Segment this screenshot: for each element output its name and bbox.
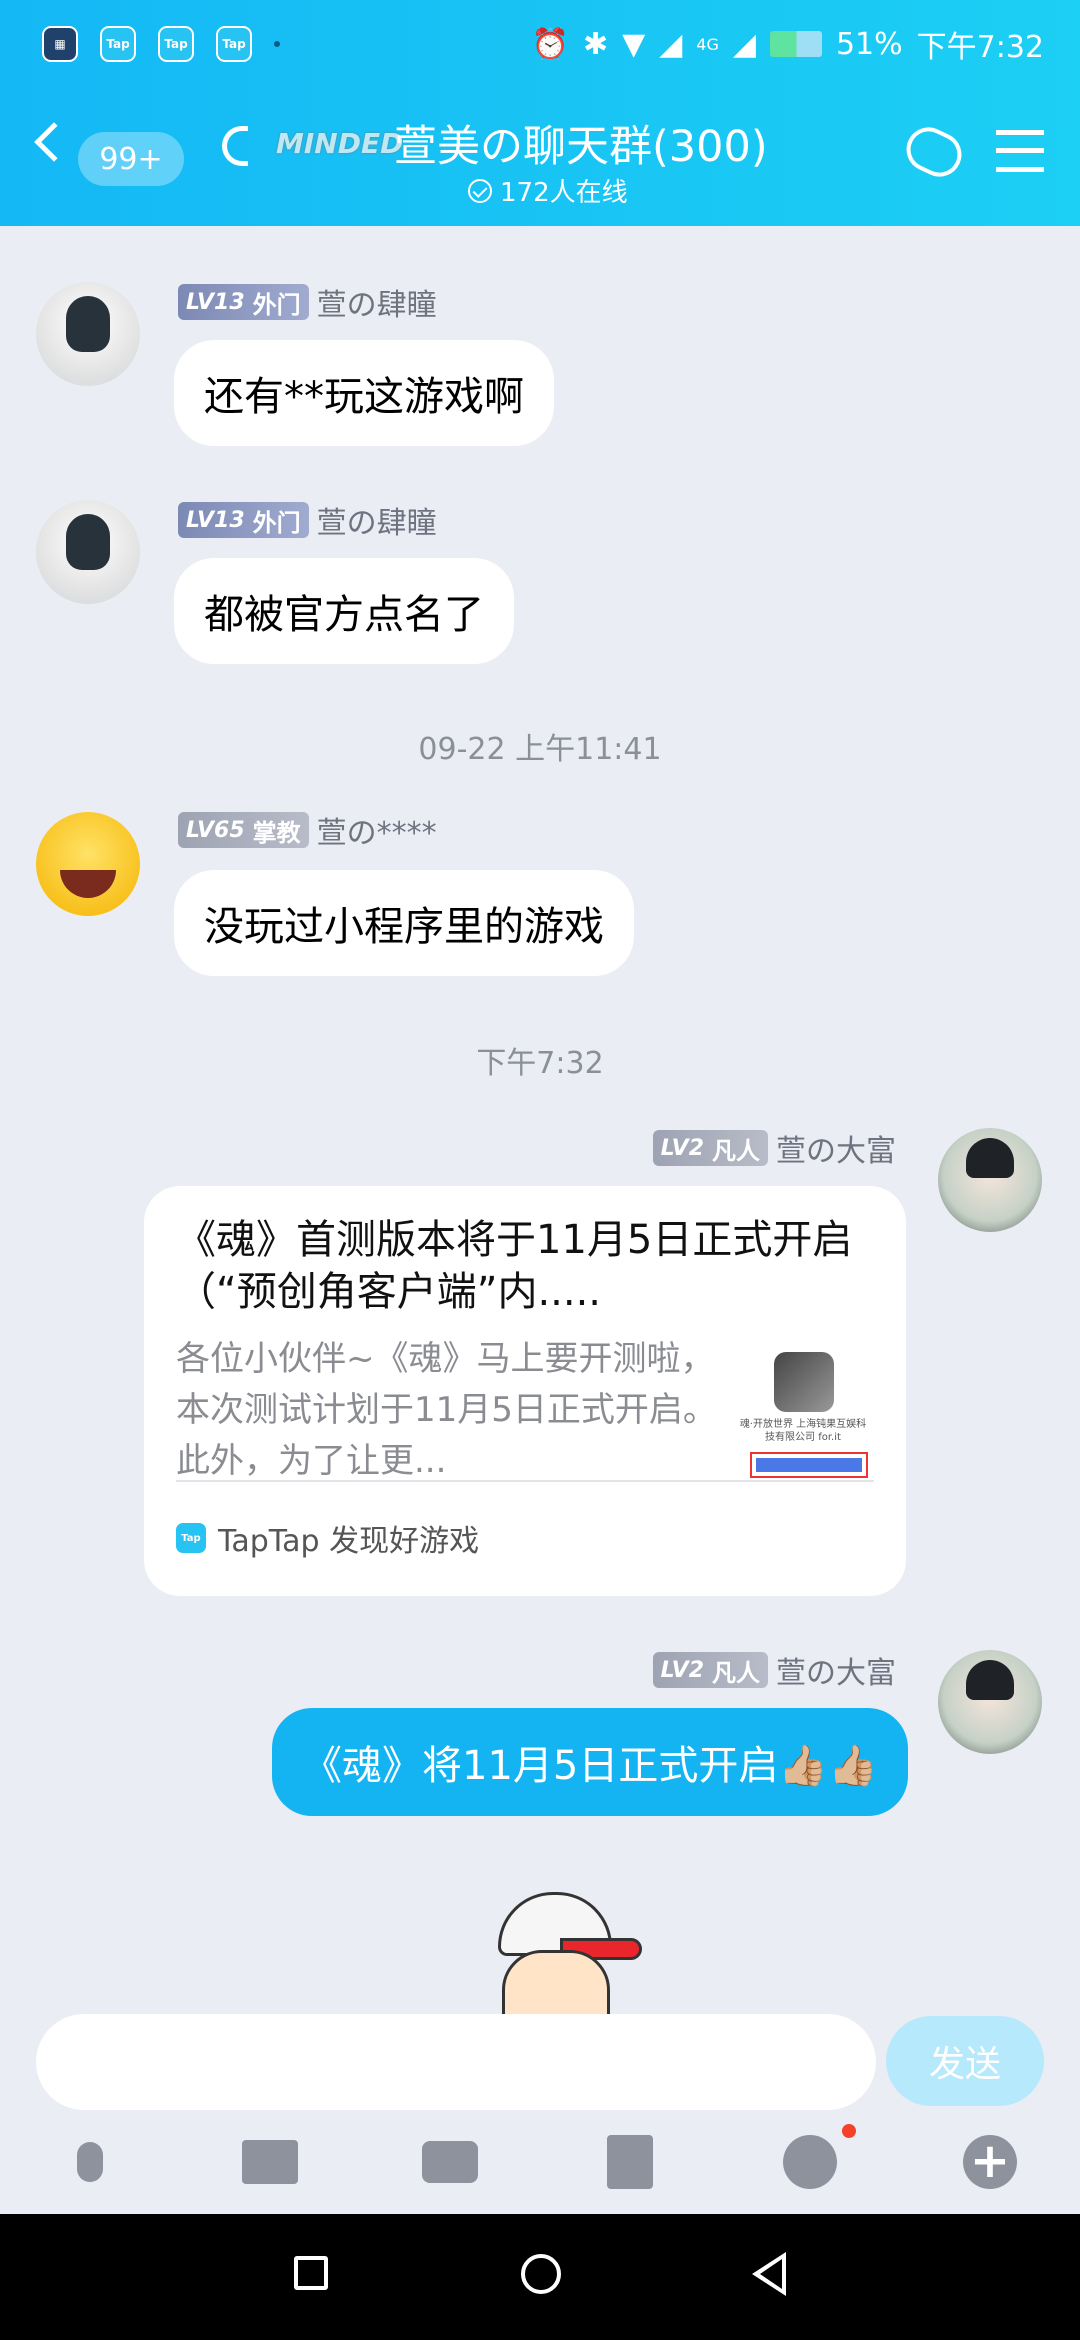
message-input[interactable] xyxy=(36,2014,876,2110)
image-icon[interactable] xyxy=(240,2132,300,2192)
level-badge: LV13 外门 xyxy=(178,284,309,320)
message-list[interactable]: LV13 外门 萱の肆瞳 还有**玩这游戏啊 LV13 外门 萱の肆瞳 都被官方点名… xyxy=(0,226,1080,2014)
sticker-image[interactable] xyxy=(480,1892,642,2014)
battery-percent: 51% xyxy=(835,26,903,62)
status-bar-left: ▦ Tap Tap Tap xyxy=(42,26,280,62)
avatar[interactable] xyxy=(36,500,140,604)
sender-nick: 萱の大富 xyxy=(776,1134,896,1169)
sender-meta: LV65 掌教 萱の**** xyxy=(178,808,437,852)
card-source-text: TapTap 发现好游戏 xyxy=(218,1524,480,1559)
online-text: 172人在线 xyxy=(500,178,628,208)
sender-nick: 萱の大富 xyxy=(776,1656,896,1691)
thumbnail-button xyxy=(750,1452,868,1478)
chat-header: ▦ Tap Tap Tap ⏰ ✱ ▼ ◢ 4G ◢ 51% 下午7:32 99… xyxy=(0,0,1080,226)
avatar[interactable] xyxy=(938,1650,1042,1754)
app-icon-tap-1: Tap xyxy=(100,26,136,62)
game-logo-icon xyxy=(774,1352,834,1412)
sender-nick: 萱の肆瞳 xyxy=(316,506,437,541)
avatar[interactable] xyxy=(938,1128,1042,1232)
network-type: 4G xyxy=(696,34,719,54)
system-nav-bar xyxy=(0,2214,1080,2340)
sender-nick: 萱の**** xyxy=(316,816,437,851)
unread-badge[interactable]: 99+ xyxy=(78,132,184,186)
taptap-icon: Tap xyxy=(176,1523,206,1553)
app-icon-tap-2: Tap xyxy=(158,26,194,62)
group-title[interactable]: 萱美の聊天群(300) xyxy=(394,112,768,174)
card-title: 《魂》首测版本将于11月5日正式开启（“预创角客户端”内..... xyxy=(176,1217,853,1315)
card-thumbnail: 魂·开放世界 上海钝果互娱科技有限公司 for.it xyxy=(738,1346,868,1478)
status-bar-right: ⏰ ✱ ▼ ◢ 4G ◢ 51% 下午7:32 xyxy=(532,22,1044,66)
message-bubble[interactable]: 都被官方点名了 xyxy=(174,558,514,664)
level-badge: LV2 凡人 xyxy=(652,1652,768,1688)
wifi-icon: ▼ xyxy=(622,26,646,62)
level-badge: LV2 凡人 xyxy=(652,1130,768,1166)
ear-mode-icon[interactable] xyxy=(222,126,248,166)
timestamp: 09-22 上午11:41 xyxy=(418,732,662,767)
red-packet-icon[interactable] xyxy=(600,2132,660,2192)
sender-meta: LV13 外门 萱の肆瞳 xyxy=(178,498,437,542)
check-circle-icon xyxy=(468,178,492,203)
app-icon-tap-3: Tap xyxy=(216,26,252,62)
sender-meta: LV2 凡人 萱の大富 xyxy=(652,1126,896,1170)
card-description: 各位小伙伴~《魂》马上要开测啦，本次测试计划于11月5日正式开启。此外，为了让更… xyxy=(176,1339,717,1481)
sender-nick: 萱の肆瞳 xyxy=(316,288,437,323)
message-bubble[interactable]: 还有**玩这游戏啊 xyxy=(174,340,554,446)
app-icon-taptap-box: ▦ xyxy=(42,26,78,62)
avatar[interactable] xyxy=(36,282,140,386)
send-button[interactable]: 发送 xyxy=(886,2016,1044,2106)
menu-icon[interactable] xyxy=(996,130,1044,172)
alarm-icon: ⏰ xyxy=(531,26,569,62)
share-card[interactable]: 《魂》首测版本将于11月5日正式开启（“预创角客户端”内..... 各位小伙伴~… xyxy=(144,1186,906,1596)
thumbnail-caption: 魂·开放世界 上海钝果互娱科技有限公司 for.it xyxy=(739,1419,867,1443)
microphone-icon[interactable] xyxy=(60,2132,120,2192)
camera-icon[interactable] xyxy=(420,2132,480,2192)
new-indicator-dot xyxy=(842,2124,856,2138)
online-count: 172人在线 xyxy=(468,172,628,209)
emoji-icon[interactable] xyxy=(780,2132,840,2192)
clock: 下午7:32 xyxy=(916,30,1044,65)
message-bubble[interactable]: 没玩过小程序里的游戏 xyxy=(174,870,634,976)
back-icon[interactable] xyxy=(34,122,74,162)
notification-dot xyxy=(274,41,280,47)
group-members-icon[interactable] xyxy=(899,120,969,184)
signal-icon-2: ◢ xyxy=(732,26,756,62)
bluetooth-icon: ✱ xyxy=(582,26,609,62)
card-source: Tap TapTap 发现好游戏 xyxy=(176,1516,479,1560)
level-badge: LV13 外门 xyxy=(178,502,309,538)
level-badge: LV65 掌教 xyxy=(178,812,309,848)
group-badge: MINDED xyxy=(276,127,404,160)
more-plus-icon[interactable] xyxy=(960,2132,1020,2192)
recent-apps-icon[interactable] xyxy=(294,2256,328,2290)
signal-icon: ◢ xyxy=(659,26,683,62)
battery-icon xyxy=(769,31,822,57)
message-bubble-self[interactable]: 《魂》将11月5日正式开启👍🏼👍🏼 xyxy=(272,1708,908,1816)
sender-meta: LV2 凡人 萱の大富 xyxy=(652,1648,896,1692)
home-icon[interactable] xyxy=(521,2254,561,2294)
input-toolbar xyxy=(0,2110,1080,2214)
timestamp: 下午7:32 xyxy=(476,1046,604,1081)
card-divider xyxy=(176,1480,874,1482)
avatar[interactable] xyxy=(36,812,140,916)
back-nav-icon[interactable] xyxy=(752,2252,786,2296)
sender-meta: LV13 外门 萱の肆瞳 xyxy=(178,280,437,324)
